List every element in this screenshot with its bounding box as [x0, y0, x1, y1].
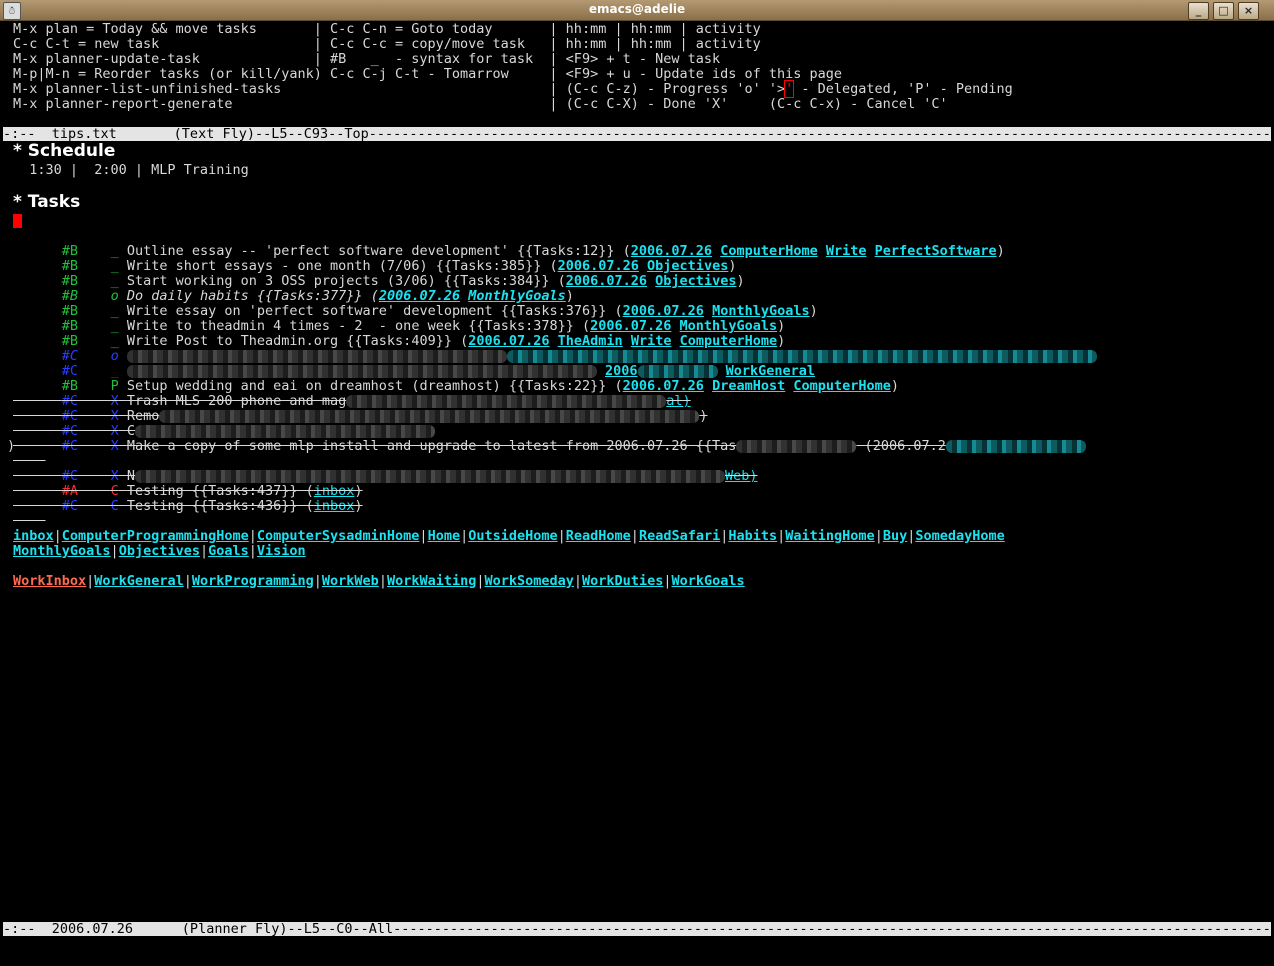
nav-links-row: MonthlyGoals|Objectives|Goals|Vision: [13, 544, 306, 559]
task-date: 2006.07.2: [872, 438, 946, 454]
mode-line-tips[interactable]: -:-- tips.txt (Text Fly)--L5--C93--Top--…: [3, 127, 1274, 141]
nav-separator: |: [460, 528, 469, 544]
nav-link[interactable]: WorkGoals: [671, 573, 744, 589]
nav-separator: |: [874, 528, 883, 544]
tasks-heading: * Tasks: [13, 192, 81, 212]
schedule-heading: * Schedule: [13, 141, 116, 161]
nav-separator: |: [419, 528, 428, 544]
schedule-entry: 1:30 | 2:00 | MLP Training: [13, 162, 249, 178]
task-date-link[interactable]: 2006.07.26: [566, 273, 647, 289]
task-line[interactable]: #A C Testing {{Tasks:437}} (inbox): [13, 469, 363, 499]
nav-link[interactable]: Objectives: [119, 543, 200, 559]
task-line[interactable]: #C o: [13, 334, 1097, 364]
nav-link[interactable]: WorkInbox: [13, 573, 86, 589]
task-link[interactable]: DreamHost: [712, 378, 785, 394]
nav-link[interactable]: WorkGeneral: [94, 573, 183, 589]
title-bar[interactable]: ☃ emacs@adelie _ □ ×: [0, 0, 1274, 21]
task-line[interactable]: #C C Testing {{Tasks:436}} (inbox): [13, 484, 363, 514]
nav-link[interactable]: ReadSafari: [639, 528, 720, 544]
task-link[interactable]: ComputerHome: [793, 378, 891, 394]
task-link[interactable]: Web): [725, 468, 758, 484]
nav-link[interactable]: Home: [428, 528, 461, 544]
mode-line-planner[interactable]: -:-- 2006.07.26 (Planner Fly)--L5--C0--A…: [3, 922, 1274, 936]
tip-line: M-x plan = Today && move tasks | C-c C-n…: [13, 21, 761, 37]
task-link[interactable]: PerfectSoftware: [875, 243, 997, 259]
task-status: X: [110, 438, 119, 454]
tip-text-tail: - Delegated, 'P' - Pending: [793, 81, 1013, 97]
redacted-text: [736, 439, 857, 453]
nav-link[interactable]: MonthlyGoals: [13, 543, 111, 559]
task-line[interactable]: #C X C: [13, 409, 435, 439]
nav-link[interactable]: WaitingHome: [785, 528, 874, 544]
task-line[interactable]: #B _ Start working on 3 OSS projects (3/…: [13, 259, 745, 289]
task-priority: #C: [61, 498, 79, 514]
close-button[interactable]: ×: [1238, 2, 1259, 20]
tip-line: M-x planner-report-generate | (C-c C-X) …: [13, 96, 948, 112]
tip-line: C-c C-t = new task | C-c C-c = copy/move…: [13, 36, 761, 52]
nav-link[interactable]: SomedayHome: [915, 528, 1004, 544]
nav-separator: |: [183, 573, 192, 589]
task-line[interactable]: #C X Remo): [13, 394, 708, 424]
task-line[interactable]: #B _ Write Post to Theadmin.org {{Tasks:…: [13, 319, 786, 349]
tip-line: M-x planner-update-task | #B _ - syntax …: [13, 51, 721, 67]
point-cursor: [13, 214, 22, 229]
task-priority: #C: [61, 438, 79, 454]
emacs-window: ☃ emacs@adelie _ □ × M-x plan = Today &&…: [0, 0, 1274, 966]
nav-link[interactable]: Buy: [883, 528, 907, 544]
nav-link[interactable]: ComputerProgrammingHome: [62, 528, 249, 544]
nav-separator: |: [248, 528, 257, 544]
task-line[interactable]: #B P Setup wedding and eai on dreamhost …: [13, 364, 899, 394]
task-text: Make a copy of some mlp install and upgr…: [126, 438, 737, 454]
maximize-button[interactable]: □: [1213, 2, 1234, 20]
nav-link[interactable]: WorkSomeday: [485, 573, 574, 589]
task-line[interactable]: #B _ Write short essays - one month (7/0…: [13, 244, 737, 274]
nav-link[interactable]: inbox: [13, 528, 54, 544]
nav-separator: |: [248, 543, 257, 559]
task-line[interactable]: #C X Make a copy of some mlp install and…: [13, 424, 1086, 454]
task-line[interactable]: #B _ Outline essay -- 'perfect software …: [13, 229, 1005, 259]
nav-link[interactable]: WorkWaiting: [387, 573, 476, 589]
task-line[interactable]: #B _ Write essay on 'perfect software' d…: [13, 289, 818, 319]
nav-links-row: inbox|ComputerProgrammingHome|ComputerSy…: [13, 529, 1005, 544]
nav-links-row: WorkInbox|WorkGeneral|WorkProgramming|Wo…: [13, 574, 745, 589]
nav-separator: |: [110, 543, 119, 559]
nav-separator: |: [573, 573, 583, 589]
task-line[interactable]: #C X Trash MLS 200 phone and mag al): [13, 379, 691, 409]
redacted-link: [945, 439, 1086, 453]
task-link[interactable]: Objectives: [655, 273, 736, 289]
tip-line: M-p|M-n = Reorder tasks (or kill/yank) C…: [13, 66, 843, 82]
nav-link[interactable]: ComputerSysadminHome: [257, 528, 420, 544]
tip-text: M-x planner-list-unfinished-tasks | (C-c…: [13, 81, 786, 97]
nav-separator: |: [53, 528, 62, 544]
window-title: emacs@adelie: [588, 2, 686, 16]
nav-link[interactable]: Habits: [728, 528, 777, 544]
nav-link[interactable]: WorkWeb: [322, 573, 379, 589]
nav-separator: |: [557, 528, 566, 544]
task-link[interactable]: inbox: [314, 498, 355, 514]
minimize-button[interactable]: _: [1188, 2, 1209, 20]
emacs-frame[interactable]: M-x plan = Today && move tasks | C-c C-n…: [3, 21, 1274, 956]
task-text: Testing {{Tasks:436}} (: [126, 498, 314, 514]
nav-link[interactable]: WorkProgramming: [192, 573, 314, 589]
nav-link[interactable]: WorkDuties: [582, 573, 663, 589]
nav-link[interactable]: Goals: [208, 543, 249, 559]
task-line[interactable]: #C X N Web): [13, 454, 758, 484]
nav-link[interactable]: OutsideHome: [468, 528, 557, 544]
task-line[interactable]: #B o Do daily habits {{Tasks:377}} (2006…: [13, 274, 574, 304]
task-status: C: [110, 498, 119, 514]
nav-separator: |: [630, 528, 639, 544]
nav-link[interactable]: ReadHome: [566, 528, 631, 544]
task-link[interactable]: Write: [826, 243, 867, 259]
nav-separator: |: [476, 573, 485, 589]
task-line[interactable]: #B _ Write to theadmin 4 times - 2 - one…: [13, 304, 785, 334]
nav-separator: |: [313, 573, 322, 589]
nav-separator: |: [378, 573, 387, 589]
tip-line: M-x planner-list-unfinished-tasks | (C-c…: [13, 80, 1013, 98]
wrapped-line-end: ): [7, 438, 16, 454]
nav-link[interactable]: Vision: [257, 543, 306, 559]
task-line[interactable]: #C _ 2006 WorkGeneral: [13, 349, 815, 379]
nav-separator: |: [199, 543, 209, 559]
